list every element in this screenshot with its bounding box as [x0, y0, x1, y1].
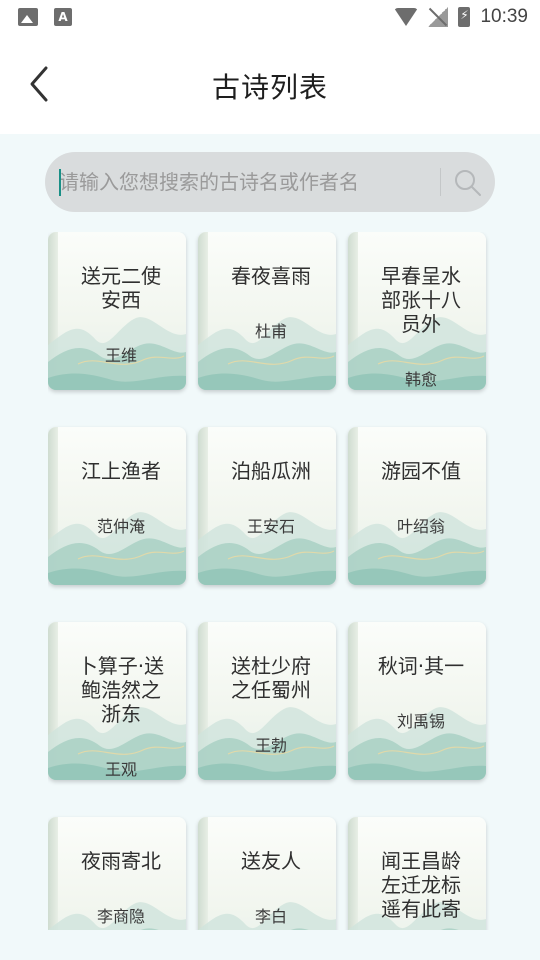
- poem-card-text: 游园不值 叶绍翁: [360, 427, 482, 585]
- image-icon: [18, 8, 38, 26]
- status-left-icons: A: [18, 8, 72, 26]
- search-icon: [455, 170, 481, 196]
- poem-title: 秋词·其一: [377, 654, 465, 678]
- poem-card-text: 泊船瓜洲 王安石: [210, 427, 332, 585]
- poem-title: 送友人: [241, 849, 301, 873]
- poem-grid: 送元二使安西 王维 春夜喜雨 杜甫 早春呈水部张十八员外 韩愈 江上渔者 范仲淹 泊船瓜洲 王安石…: [48, 232, 492, 930]
- poem-author: 韩愈: [404, 370, 437, 389]
- poem-title: 泊船瓜洲: [231, 459, 311, 483]
- poem-author: 李商隐: [96, 907, 145, 926]
- status-right-icons: 10:39: [394, 6, 528, 28]
- poem-card[interactable]: 春夜喜雨 杜甫: [198, 232, 336, 390]
- poem-author: 王安石: [246, 517, 295, 536]
- poem-title: 夜雨寄北: [81, 849, 161, 873]
- poem-card-text: 秋词·其一刘禹锡: [360, 622, 482, 780]
- poem-author: 王观: [104, 760, 137, 779]
- app-header: 古诗列表: [0, 36, 540, 134]
- poem-card-text: 早春呈水部张十八员外韩愈: [360, 232, 482, 390]
- poem-card-text: 送友人 李白: [210, 817, 332, 930]
- poem-title: 闻王昌龄左迁龙标遥有此寄: [381, 849, 461, 921]
- page-title: 古诗列表: [211, 71, 328, 104]
- text-caret: [59, 169, 61, 196]
- poem-title: 早春呈水部张十八员外: [381, 264, 461, 336]
- search-input[interactable]: [59, 162, 419, 202]
- poem-card[interactable]: 游园不值 叶绍翁: [348, 427, 486, 585]
- poem-author: 叶绍翁: [396, 517, 445, 536]
- poem-author: 王勃: [254, 736, 287, 755]
- poem-card[interactable]: 江上渔者 范仲淹: [48, 427, 186, 585]
- battery-charging-icon: [458, 7, 471, 27]
- search-bar: [45, 152, 495, 212]
- poem-card-text: 夜雨寄北 李商隐: [60, 817, 182, 930]
- poem-card-text: 春夜喜雨 杜甫: [210, 232, 332, 390]
- search-button[interactable]: [451, 166, 485, 200]
- poem-card-text: 江上渔者 范仲淹: [60, 427, 182, 585]
- status-time: 10:39: [480, 6, 528, 27]
- poem-card[interactable]: 卜算子·送鲍浩然之浙东王观: [48, 622, 186, 780]
- poem-card-text: 送杜少府之任蜀州王勃: [210, 622, 332, 780]
- text-a-icon: A: [54, 8, 72, 26]
- status-bar: A 10:39: [0, 0, 540, 36]
- no-sim-icon: [428, 7, 449, 27]
- wifi-icon: [394, 8, 419, 26]
- poem-author: 刘禹锡: [396, 712, 445, 731]
- poem-card[interactable]: 泊船瓜洲 王安石: [198, 427, 336, 585]
- poem-card[interactable]: 闻王昌龄左迁龙标遥有此寄: [348, 817, 486, 930]
- poem-card[interactable]: 秋词·其一刘禹锡: [348, 622, 486, 780]
- poem-author: 杜甫: [254, 322, 287, 341]
- poem-author: 李白: [254, 907, 287, 926]
- poem-title: 送元二使安西: [81, 264, 161, 312]
- poem-card[interactable]: 送友人 李白: [198, 817, 336, 930]
- poem-card[interactable]: 夜雨寄北 李商隐: [48, 817, 186, 930]
- poem-card[interactable]: 送杜少府之任蜀州王勃: [198, 622, 336, 780]
- poem-author: 王维: [104, 346, 137, 365]
- poem-card[interactable]: 早春呈水部张十八员外韩愈: [348, 232, 486, 390]
- poem-title: 卜算子·送鲍浩然之浙东: [77, 654, 165, 726]
- poem-author: 范仲淹: [96, 517, 145, 536]
- poem-title: 春夜喜雨: [231, 264, 311, 288]
- poem-card-text: 闻王昌龄左迁龙标遥有此寄: [360, 817, 482, 930]
- search-divider: [440, 168, 441, 196]
- poem-card-text: 卜算子·送鲍浩然之浙东王观: [60, 622, 182, 780]
- poem-title: 游园不值: [381, 459, 461, 483]
- poem-card[interactable]: 送元二使安西 王维: [48, 232, 186, 390]
- poem-card-text: 送元二使安西 王维: [60, 232, 182, 390]
- poem-title: 江上渔者: [81, 459, 161, 483]
- poem-title: 送杜少府之任蜀州: [231, 654, 311, 702]
